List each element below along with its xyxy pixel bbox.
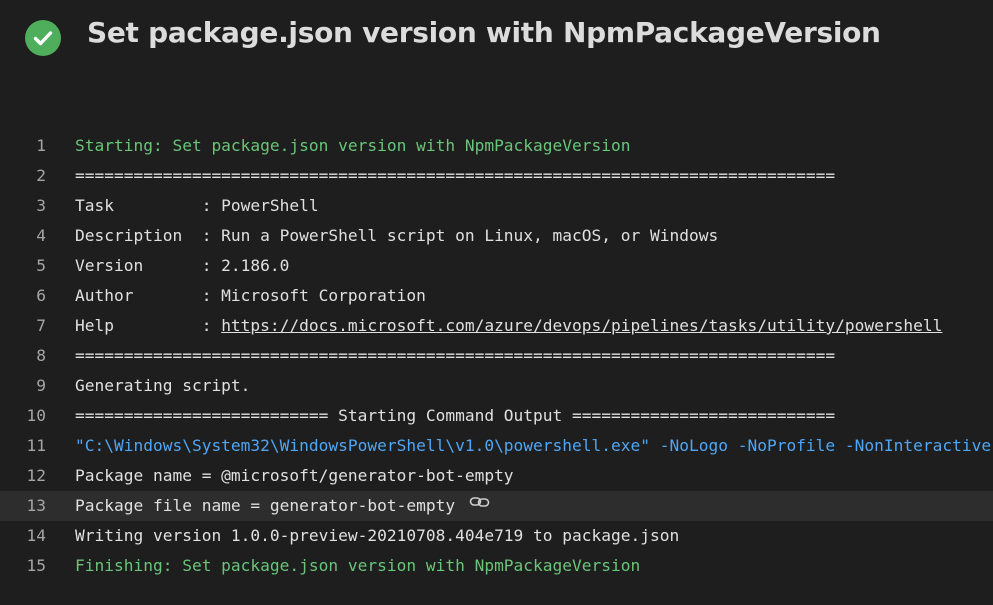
line-text-content: Package file name = generator-bot-empty: [75, 496, 456, 515]
line-text: "C:\Windows\System32\WindowsPowerShell\v…: [75, 431, 993, 461]
success-check-icon: [25, 20, 61, 56]
line-text: Author : Microsoft Corporation: [75, 286, 426, 305]
line-number[interactable]: 15: [0, 551, 47, 581]
page-title: Set package.json version with NpmPackage…: [87, 16, 881, 49]
line-text: Finishing: Set package.json version with…: [75, 556, 641, 575]
log-line[interactable]: 12 Package name = @microsoft/generator-b…: [0, 461, 993, 491]
command-args: -NoLogo -NoProfile -NonInteractive -Exec…: [659, 436, 992, 455]
line-text: Package file name = generator-bot-empty: [75, 491, 491, 521]
log-line-hovered[interactable]: 13 Package file name = generator-bot-emp…: [0, 491, 993, 521]
line-text: Starting: Set package.json version with …: [75, 136, 631, 155]
log-line[interactable]: 5 Version : 2.186.0: [0, 251, 993, 281]
log-line[interactable]: 4 Description : Run a PowerShell script …: [0, 221, 993, 251]
log-line[interactable]: 2 ======================================…: [0, 161, 993, 191]
step-header: Set package.json version with NpmPackage…: [0, 0, 993, 76]
line-text: ========================================…: [75, 166, 836, 185]
line-number[interactable]: 1: [0, 131, 46, 161]
line-number[interactable]: 14: [0, 521, 47, 551]
line-number[interactable]: 6: [0, 281, 46, 311]
line-number[interactable]: 2: [0, 161, 46, 191]
line-text: Package name = @microsoft/generator-bot-…: [75, 466, 514, 485]
line-text: ========================================…: [75, 346, 836, 365]
help-link[interactable]: https://docs.microsoft.com/azure/devops/…: [221, 316, 942, 335]
log-line[interactable]: 3 Task : PowerShell: [0, 191, 993, 221]
line-number[interactable]: 10: [0, 401, 47, 431]
line-number[interactable]: 3: [0, 191, 46, 221]
command-path: "C:\Windows\System32\WindowsPowerShell\v…: [75, 436, 650, 455]
link-icon[interactable]: [469, 491, 491, 520]
line-text: Version : 2.186.0: [75, 256, 290, 275]
line-number[interactable]: 9: [0, 371, 46, 401]
line-number[interactable]: 8: [0, 341, 46, 371]
log-line[interactable]: 14 Writing version 1.0.0-preview-2021070…: [0, 521, 993, 551]
log-line[interactable]: 7 Help : https://docs.microsoft.com/azur…: [0, 311, 993, 341]
help-label: Help :: [75, 316, 222, 335]
line-text: Description : Run a PowerShell script on…: [75, 226, 719, 245]
line-number[interactable]: 13: [0, 491, 47, 521]
line-number[interactable]: 11: [0, 431, 47, 461]
log-viewer: Set package.json version with NpmPackage…: [0, 0, 993, 605]
line-number[interactable]: 7: [0, 311, 46, 341]
log-line[interactable]: 10 ========================== Starting C…: [0, 401, 993, 431]
line-number[interactable]: 4: [0, 221, 46, 251]
log-line[interactable]: 15 Finishing: Set package.json version w…: [0, 551, 993, 581]
line-text: Writing version 1.0.0-preview-20210708.4…: [75, 526, 680, 545]
log-line[interactable]: 8 ======================================…: [0, 341, 993, 371]
line-number[interactable]: 5: [0, 251, 46, 281]
line-text: Generating script.: [75, 376, 251, 395]
line-text: Help : https://docs.microsoft.com/azure/…: [75, 311, 942, 341]
line-text: ========================== Starting Comm…: [75, 406, 836, 425]
log-output: 1 Starting: Set package.json version wit…: [0, 131, 993, 581]
line-text: Task : PowerShell: [75, 196, 319, 215]
log-line[interactable]: 11 "C:\Windows\System32\WindowsPowerShel…: [0, 431, 993, 461]
log-line[interactable]: 1 Starting: Set package.json version wit…: [0, 131, 993, 161]
line-number[interactable]: 12: [0, 461, 47, 491]
log-line[interactable]: 9 Generating script.: [0, 371, 993, 401]
log-line[interactable]: 6 Author : Microsoft Corporation: [0, 281, 993, 311]
